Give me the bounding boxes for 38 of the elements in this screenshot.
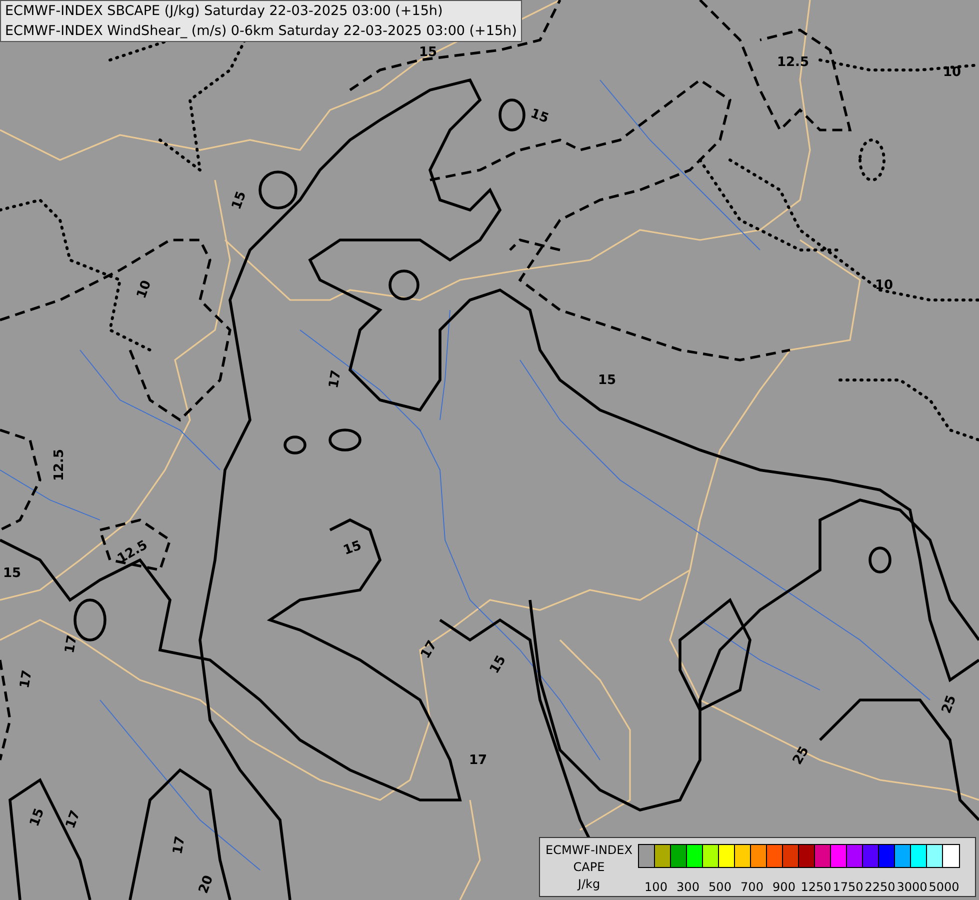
contour-label: 12.5: [115, 538, 150, 567]
map-title: ECMWF-INDEX SBCAPE (J/kg) Saturday 22-03-2025 03:00 (+15h): [5, 2, 444, 21]
contour-label: 25: [939, 693, 960, 716]
legend-tick-label: 300: [676, 879, 700, 896]
contour-label: 17: [326, 369, 344, 390]
legend-tick-label: 100: [644, 879, 668, 896]
legend-tick-label: 900: [772, 879, 796, 896]
contour-label: 10: [874, 278, 894, 293]
contour-label: 15: [229, 189, 250, 212]
contour-label: 17: [468, 753, 488, 768]
contour-label: 12.5: [776, 55, 810, 70]
legend-title: J/kg: [576, 876, 602, 893]
legend-tick-label: 3000: [896, 879, 928, 896]
contour-label: 15: [27, 806, 48, 829]
contour-label: 15: [418, 45, 438, 60]
contour-label: 17: [63, 808, 84, 831]
contour-label: 17: [18, 669, 36, 690]
contour-label: 15: [598, 373, 616, 388]
legend-tick-label: 1250: [800, 879, 832, 896]
legend-title: ECMWF-INDEX: [544, 842, 634, 859]
legend-tick-label: 700: [740, 879, 764, 896]
contour-label: 17: [170, 835, 188, 856]
legend-title: CAPE: [572, 859, 606, 876]
contour-label: 15: [528, 106, 551, 127]
contour-label: 20: [196, 873, 217, 896]
map-title: ECMWF-INDEX WindShear_ (m/s) 0-6km Saturday 22-03-2025 03:00 (+15h): [5, 22, 517, 41]
contour-label: 17: [418, 638, 440, 662]
contour-label: 12.5: [52, 448, 67, 482]
contour-label: 15: [341, 538, 364, 559]
legend-tick-label: 1750: [832, 879, 864, 896]
contour-label: 10: [134, 278, 155, 301]
legend-tick-label: 2250: [864, 879, 896, 896]
legend-tick-label: 5000: [928, 879, 960, 896]
legend-tick-label: 500: [708, 879, 732, 896]
contour-label: 15: [2, 566, 22, 581]
contour-label: 25: [790, 744, 812, 768]
contour-label: 15: [487, 653, 510, 676]
contour-label: 17: [62, 634, 80, 654]
